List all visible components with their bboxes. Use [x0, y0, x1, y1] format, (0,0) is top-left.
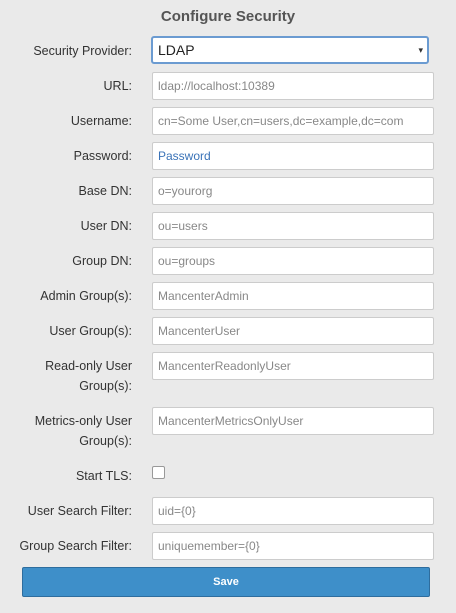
security-provider-value: LDAP: [158, 42, 195, 58]
url-label: URL:: [103, 79, 132, 93]
user-dn-input[interactable]: ou=users: [152, 212, 434, 240]
admin-groups-input[interactable]: MancenterAdmin: [152, 282, 434, 310]
user-groups-input[interactable]: MancenterUser: [152, 317, 434, 345]
user-dn-label: User DN:: [80, 219, 132, 233]
security-provider-select[interactable]: LDAP ▾: [151, 36, 429, 64]
start-tls-checkbox[interactable]: [152, 466, 165, 479]
url-input[interactable]: ldap://localhost:10389: [152, 72, 434, 100]
readonly-groups-label-line1: Read-only User: [45, 359, 132, 373]
metrics-groups-label-line2: Group(s):: [79, 434, 132, 448]
password-label: Password:: [73, 149, 132, 163]
username-input[interactable]: cn=Some User,cn=users,dc=example,dc=com: [152, 107, 434, 135]
password-input[interactable]: Password: [152, 142, 434, 170]
metrics-groups-input[interactable]: MancenterMetricsOnlyUser: [152, 407, 434, 435]
group-dn-input[interactable]: ou=groups: [152, 247, 434, 275]
admin-groups-label: Admin Group(s):: [40, 289, 132, 303]
save-button[interactable]: Save: [22, 567, 430, 597]
group-dn-label: Group DN:: [72, 254, 132, 268]
security-provider-label: Security Provider:: [33, 44, 132, 58]
user-search-filter-input[interactable]: uid={0}: [152, 497, 434, 525]
base-dn-input[interactable]: o=yourorg: [152, 177, 434, 205]
group-search-filter-input[interactable]: uniquemember={0}: [152, 532, 434, 560]
username-label: Username:: [70, 114, 132, 128]
user-search-filter-label: User Search Filter:: [27, 504, 132, 518]
metrics-groups-label-line1: Metrics-only User: [34, 414, 132, 428]
readonly-groups-label-line2: Group(s):: [79, 379, 132, 393]
group-search-filter-label: Group Search Filter:: [19, 539, 132, 553]
page-title: Configure Security: [160, 8, 296, 25]
readonly-groups-input[interactable]: MancenterReadonlyUser: [152, 352, 434, 380]
start-tls-label: Start TLS:: [75, 469, 132, 483]
user-groups-label: User Group(s):: [49, 324, 132, 338]
chevron-down-icon: ▾: [418, 45, 423, 55]
base-dn-label: Base DN:: [78, 184, 133, 198]
